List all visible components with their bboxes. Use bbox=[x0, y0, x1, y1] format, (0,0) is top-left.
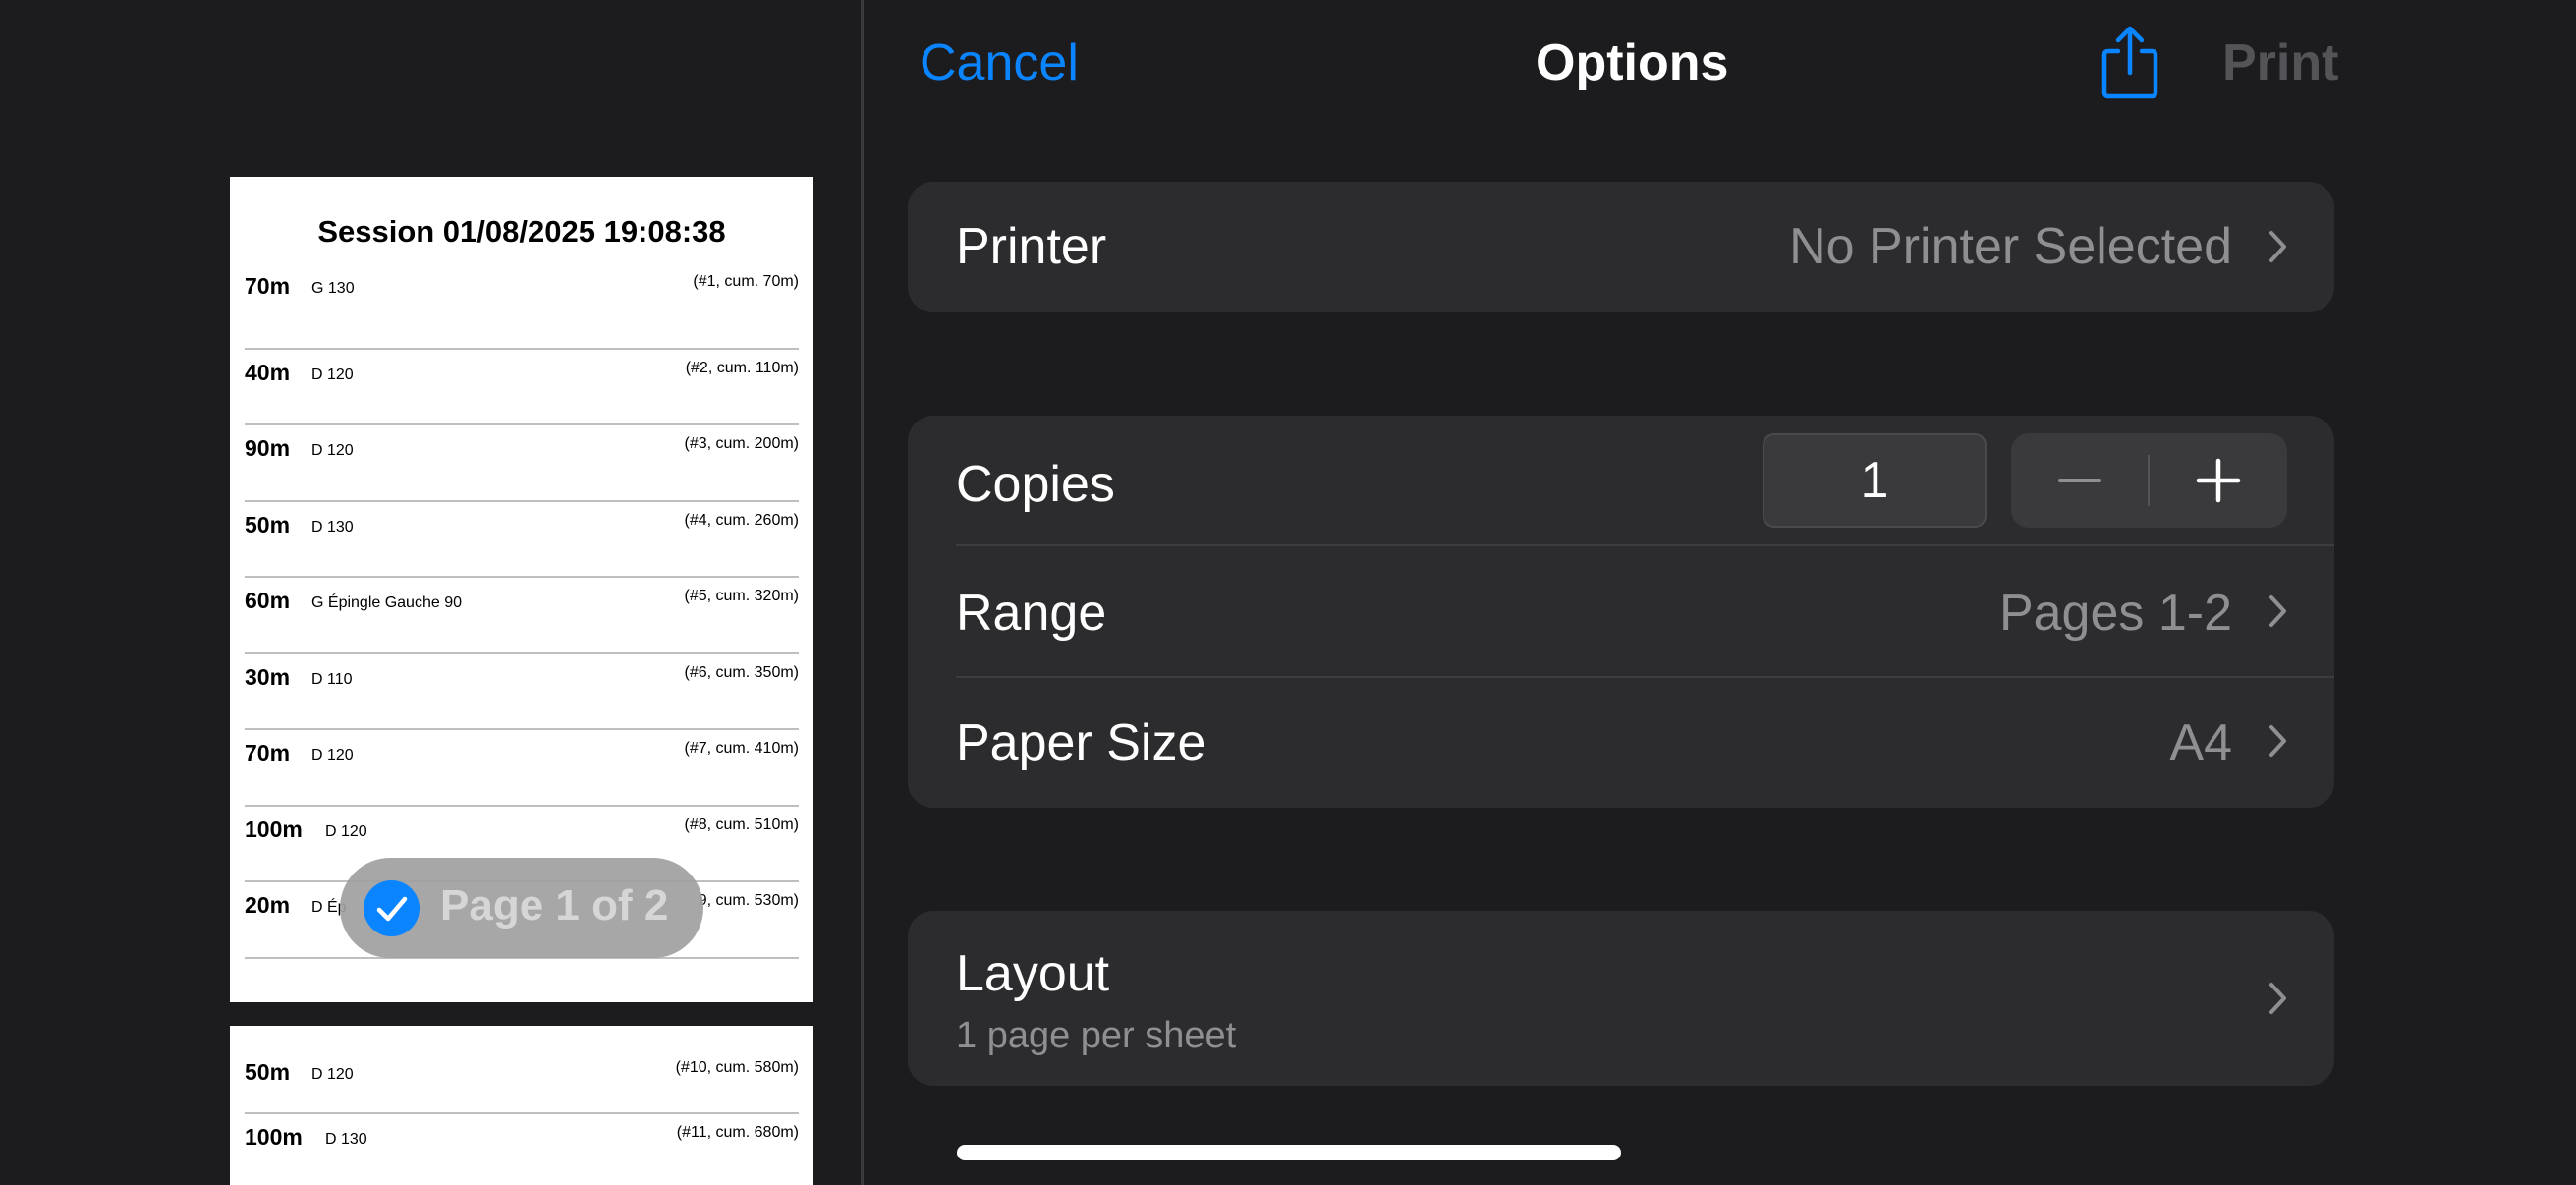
row-distance: 20m bbox=[245, 892, 291, 918]
row-turn: D 110 bbox=[311, 670, 353, 688]
print-button[interactable]: Print bbox=[2222, 33, 2338, 92]
list-item: 70m D 120 (#7, cum. 410m) bbox=[245, 730, 799, 807]
list-item: 100m D 130 (#11, cum. 680m) bbox=[245, 1114, 799, 1185]
page-title: Session 01/08/2025 19:08:38 bbox=[317, 214, 726, 249]
row-turn: D 130 bbox=[311, 518, 354, 536]
paper-size-label: Paper Size bbox=[956, 714, 1206, 771]
chevron-right-icon bbox=[2268, 981, 2289, 1016]
row-distance: 100m bbox=[245, 1124, 303, 1150]
row-cumulative: (#2, cum. 110m) bbox=[685, 359, 799, 376]
row-cumulative: (#8, cum. 510m) bbox=[684, 816, 799, 833]
list-item: 30m D 110 (#6, cum. 350m) bbox=[245, 654, 799, 730]
list-item: 50m D 130 (#4, cum. 260m) bbox=[245, 502, 799, 578]
chevron-right-icon bbox=[2268, 723, 2289, 759]
row-turn: D 120 bbox=[311, 442, 354, 459]
page-2-rows: 50m D 120 (#10, cum. 580m) 100m D 130 (#… bbox=[245, 1026, 799, 1185]
row-cumulative: (#4, cum. 260m) bbox=[684, 511, 799, 529]
copies-label: Copies bbox=[956, 456, 1115, 513]
row-distance: 100m bbox=[245, 816, 303, 842]
row-cumulative: (#10, cum. 580m) bbox=[675, 1059, 799, 1076]
layout-subtitle: 1 page per sheet bbox=[956, 1015, 1237, 1056]
printer-value: No Printer Selected bbox=[1789, 218, 2232, 275]
row-distance: 50m bbox=[245, 1059, 291, 1085]
printer-label: Printer bbox=[956, 218, 1107, 275]
page-count-label: Page 1 of 2 bbox=[440, 881, 669, 930]
chevron-right-icon bbox=[2268, 229, 2289, 264]
row-distance: 30m bbox=[245, 663, 291, 690]
copies-field[interactable] bbox=[1763, 433, 1987, 528]
row-distance: 70m bbox=[245, 273, 291, 299]
layout-row[interactable]: Layout 1 page per sheet bbox=[908, 911, 2334, 1086]
row-cumulative: (#5, cum. 320m) bbox=[684, 588, 799, 604]
print-preview-pane: Session 01/08/2025 19:08:38 70m G 130 (#… bbox=[0, 0, 861, 1185]
home-indicator[interactable] bbox=[957, 1145, 1621, 1160]
row-turn: D 120 bbox=[311, 747, 354, 763]
row-distance: 40m bbox=[245, 359, 291, 385]
row-cumulative: (#1, cum. 70m) bbox=[693, 273, 799, 290]
range-value: Pages 1-2 bbox=[1998, 585, 2232, 642]
printer-row[interactable]: Printer No Printer Selected bbox=[908, 182, 2334, 312]
paper-size-value: A4 bbox=[2169, 714, 2232, 771]
row-cumulative: (#3, cum. 200m) bbox=[684, 435, 799, 452]
list-item: 60m G Épingle Gauche 90 (#5, cum. 320m) bbox=[245, 578, 799, 654]
range-row[interactable]: Range Pages 1-2 bbox=[908, 546, 2334, 676]
range-label: Range bbox=[956, 585, 1107, 642]
list-item: 90m D 120 (#3, cum. 200m) bbox=[245, 425, 799, 502]
row-distance: 50m bbox=[245, 511, 291, 537]
print-options-screen: Session 01/08/2025 19:08:38 70m G 130 (#… bbox=[0, 0, 2576, 1185]
row-turn: D 120 bbox=[311, 1066, 354, 1083]
list-item: 40m D 120 (#2, cum. 110m) bbox=[245, 350, 799, 425]
plus-icon[interactable] bbox=[2150, 433, 2287, 528]
row-cumulative: (#7, cum. 410m) bbox=[684, 740, 799, 757]
row-cumulative: 9, cum. 530m) bbox=[698, 892, 799, 909]
row-cumulative: (#6, cum. 350m) bbox=[684, 663, 799, 681]
print-settings-group: Copies Range Pages 1-2 Paper Size bbox=[908, 416, 2334, 808]
row-distance: 60m bbox=[245, 588, 291, 613]
minus-icon[interactable] bbox=[2011, 433, 2149, 528]
list-item: 70m G 130 (#1, cum. 70m) bbox=[245, 273, 799, 350]
row-turn: D 120 bbox=[325, 822, 367, 840]
chevron-right-icon bbox=[2268, 593, 2289, 629]
row-turn: D 120 bbox=[311, 366, 354, 383]
cancel-button[interactable]: Cancel bbox=[920, 33, 1079, 92]
list-item: 50m D 120 (#10, cum. 580m) bbox=[245, 1026, 799, 1114]
row-turn: G Épingle Gauche 90 bbox=[311, 594, 462, 611]
row-distance: 90m bbox=[245, 435, 291, 461]
page-1-rows: 70m G 130 (#1, cum. 70m) 40m D 120 (#2, … bbox=[245, 273, 799, 959]
paper-size-row[interactable]: Paper Size A4 bbox=[908, 678, 2334, 808]
share-icon[interactable] bbox=[2099, 26, 2161, 100]
row-distance: 70m bbox=[245, 740, 291, 765]
pane-divider bbox=[861, 0, 864, 1185]
copies-stepper bbox=[2011, 433, 2287, 528]
page-title-options: Options bbox=[1536, 34, 1729, 91]
checkmark-icon bbox=[364, 880, 420, 936]
row-turn: D 130 bbox=[325, 1131, 367, 1148]
row-turn: G 130 bbox=[311, 280, 355, 297]
layout-label: Layout bbox=[956, 945, 1110, 1002]
preview-page-2[interactable]: 50m D 120 (#10, cum. 580m) 100m D 130 (#… bbox=[230, 1026, 813, 1185]
row-cumulative: (#11, cum. 680m) bbox=[676, 1124, 799, 1141]
page-count-badge[interactable]: Page 1 of 2 bbox=[340, 858, 703, 958]
